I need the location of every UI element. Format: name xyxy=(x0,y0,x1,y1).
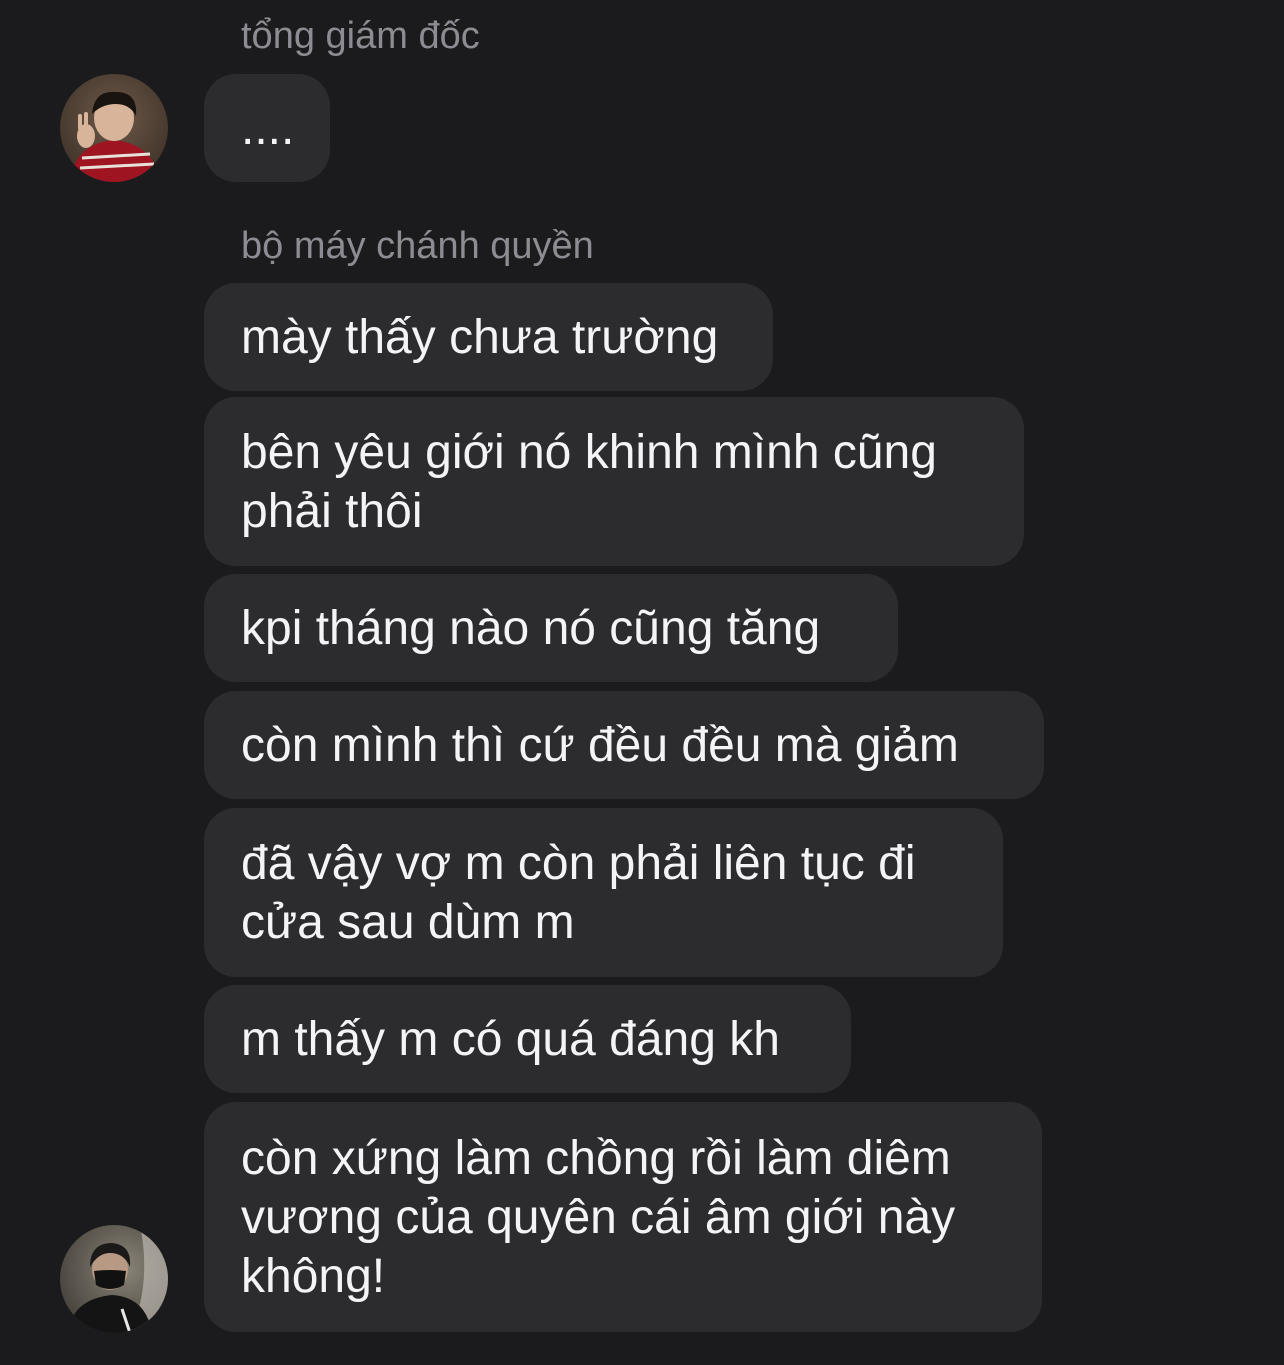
message-bubble[interactable]: bên yêu giới nó khinh mình cũng phải thô… xyxy=(204,397,1024,566)
message-bubble[interactable]: kpi tháng nào nó cũng tăng xyxy=(204,574,898,682)
user-avatar-red-jersey-icon xyxy=(60,74,168,182)
message-bubble[interactable]: mày thấy chưa trường xyxy=(204,283,773,391)
message-text: còn mình thì cứ đều đều mà giảm xyxy=(241,718,959,772)
avatar[interactable] xyxy=(60,1225,168,1333)
avatar[interactable] xyxy=(60,74,168,182)
message-text: đã vậy vợ m còn phải liên tục đi cửa sau… xyxy=(241,836,916,949)
message-text: .... xyxy=(241,101,295,155)
message-bubble[interactable]: .... xyxy=(204,74,330,182)
message-text: kpi tháng nào nó cũng tăng xyxy=(241,601,821,655)
message-bubble[interactable]: m thấy m có quá đáng kh xyxy=(204,985,851,1093)
message-text: m thấy m có quá đáng kh xyxy=(241,1012,780,1066)
user-avatar-black-mask-icon xyxy=(60,1225,168,1333)
sender-name: bộ máy chánh quyền xyxy=(241,225,594,267)
message-bubble[interactable]: đã vậy vợ m còn phải liên tục đi cửa sau… xyxy=(204,808,1003,977)
message-bubble[interactable]: còn xứng làm chồng rồi làm diêm vương củ… xyxy=(204,1102,1042,1332)
message-text: mày thấy chưa trường xyxy=(241,310,719,364)
sender-name: tổng giám đốc xyxy=(241,15,480,57)
message-text: còn xứng làm chồng rồi làm diêm vương củ… xyxy=(241,1131,956,1303)
message-text: bên yêu giới nó khinh mình cũng phải thô… xyxy=(241,425,937,538)
message-bubble[interactable]: còn mình thì cứ đều đều mà giảm xyxy=(204,691,1044,799)
